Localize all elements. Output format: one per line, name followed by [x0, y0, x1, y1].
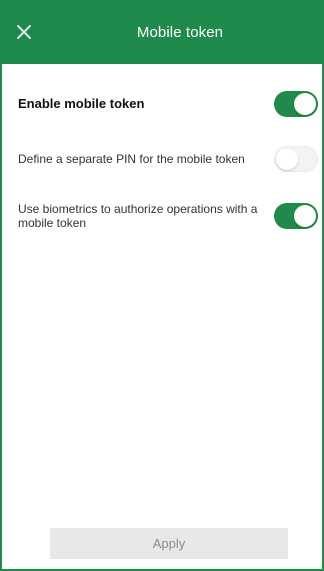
setting-label-biometrics: Use biometrics to authorize operations w…: [18, 202, 258, 230]
page-title: Mobile token: [136, 23, 224, 41]
toggle-biometrics[interactable]: [274, 203, 318, 229]
toggle-separate-pin[interactable]: [274, 146, 318, 172]
setting-row-separate-pin: Define a separate PIN for the mobile tok…: [18, 146, 322, 172]
setting-row-biometrics: Use biometrics to authorize operations w…: [18, 201, 322, 231]
setting-label-separate-pin: Define a separate PIN for the mobile tok…: [18, 152, 245, 166]
close-icon: [17, 25, 31, 39]
toggle-knob: [294, 205, 316, 227]
header-bar: Mobile token: [2, 0, 322, 64]
toggle-knob: [294, 93, 316, 115]
close-button[interactable]: [12, 20, 36, 44]
toggle-knob: [276, 148, 298, 170]
mobile-token-screen: Mobile token Enable mobile token Define …: [0, 0, 324, 571]
setting-row-enable-mobile-token: Enable mobile token: [18, 91, 322, 117]
apply-button[interactable]: Apply: [50, 528, 288, 559]
toggle-enable-mobile-token[interactable]: [274, 91, 318, 117]
